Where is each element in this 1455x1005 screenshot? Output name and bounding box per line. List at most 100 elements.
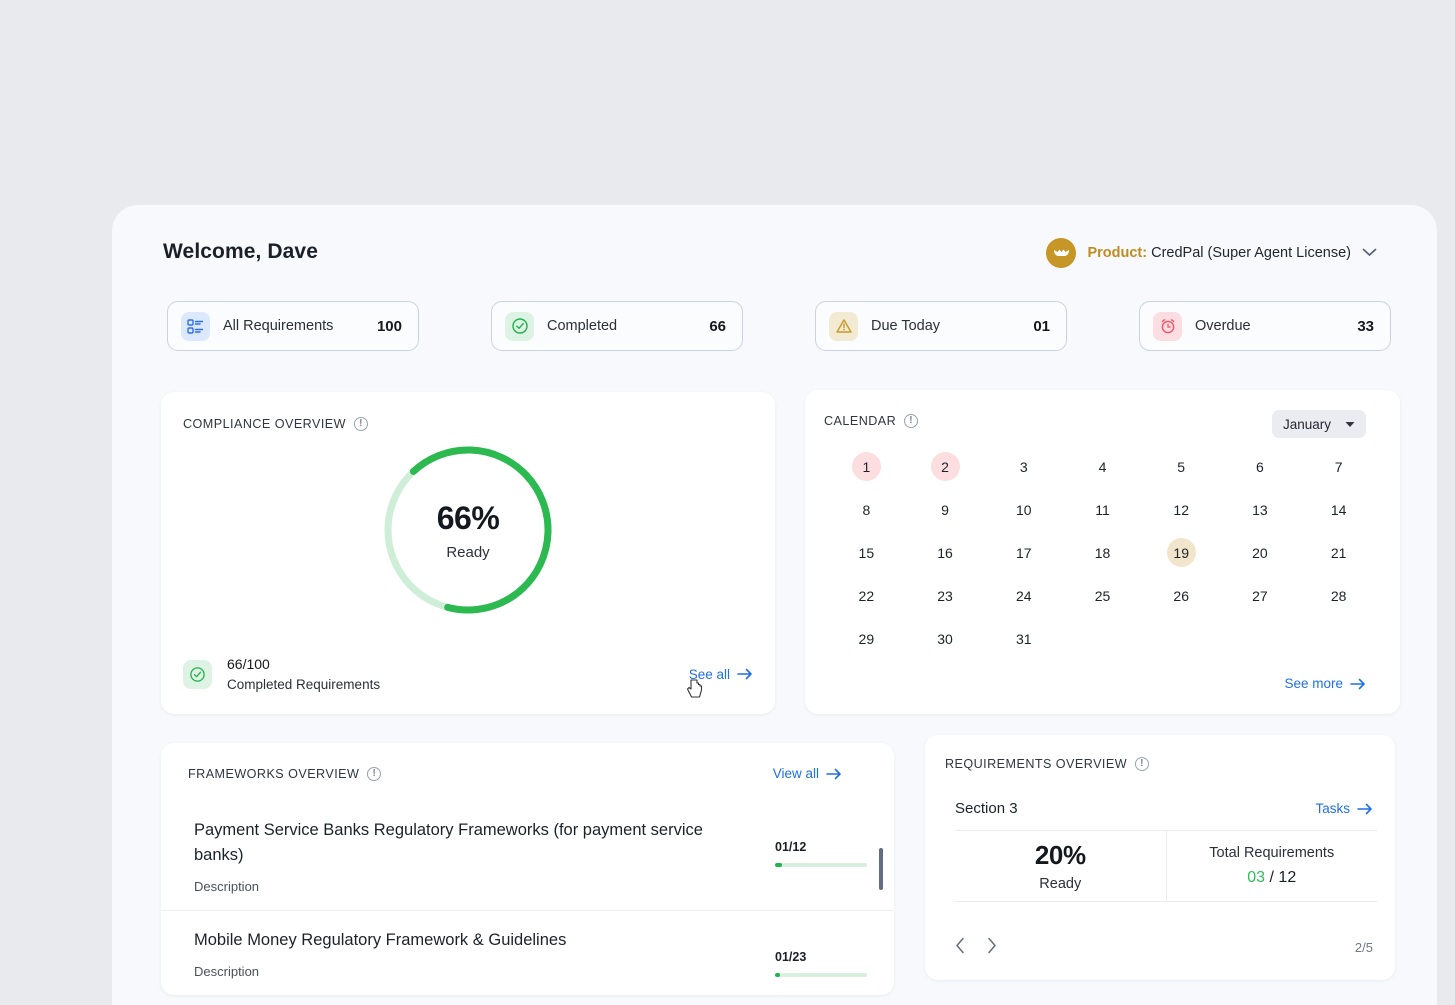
calendar-day[interactable]: 6: [1245, 452, 1274, 481]
stat-card-overdue[interactable]: Overdue 33: [1139, 301, 1391, 351]
hand-pointer-cursor: [686, 679, 704, 701]
requirements-section-row: Section 3 Tasks: [955, 800, 1373, 817]
ready-label: Ready: [1039, 876, 1081, 892]
calendar-day[interactable]: 15: [852, 538, 881, 567]
calendar-day[interactable]: 13: [1245, 495, 1274, 524]
alarm-clock-icon: [1153, 312, 1182, 341]
stat-label: Due Today: [871, 318, 1020, 334]
framework-row[interactable]: Mobile Money Regulatory Framework & Guid…: [161, 911, 894, 995]
check-circle-icon: [505, 312, 534, 341]
tasks-link[interactable]: Tasks: [1315, 801, 1373, 816]
calendar-grid: 1234567891011121314151617181920212223242…: [827, 452, 1378, 653]
calendar-day[interactable]: 19: [1167, 538, 1196, 567]
donut-center-labels: 66% Ready: [378, 440, 558, 620]
framework-description: Description: [194, 879, 757, 894]
calendar-day[interactable]: 4: [1088, 452, 1117, 481]
calendar-day[interactable]: 23: [931, 581, 960, 610]
calendar-day[interactable]: 22: [852, 581, 881, 610]
stat-value: 01: [1033, 318, 1050, 335]
calendar-day[interactable]: 8: [852, 495, 881, 524]
info-circle-icon[interactable]: !: [904, 414, 918, 428]
calendar-day[interactable]: 31: [1009, 624, 1038, 653]
month-dropdown[interactable]: January: [1272, 410, 1366, 438]
frameworks-title-text: FRAMEWORKS OVERVIEW: [188, 767, 359, 781]
calendar-day[interactable]: 26: [1167, 581, 1196, 610]
requirements-overview-card: REQUIREMENTS OVERVIEW ! Section 3 Tasks …: [925, 735, 1395, 980]
requirements-stats: 20% Ready Total Requirements 03 / 12: [955, 830, 1377, 902]
framework-row[interactable]: Payment Service Banks Regulatory Framewo…: [161, 801, 894, 911]
calendar-day[interactable]: 2: [931, 452, 960, 481]
calendar-day[interactable]: 11: [1088, 495, 1117, 524]
stat-value: 66: [709, 318, 726, 335]
calendar-day[interactable]: 5: [1167, 452, 1196, 481]
calendar-day[interactable]: 3: [1009, 452, 1038, 481]
calendar-day[interactable]: 27: [1245, 581, 1274, 610]
stat-value: 100: [377, 318, 402, 335]
info-circle-icon[interactable]: !: [367, 767, 381, 781]
calendar-day[interactable]: 29: [852, 624, 881, 653]
page-indicator: 2/5: [1355, 940, 1373, 955]
calendar-day[interactable]: 12: [1167, 495, 1196, 524]
compliance-donut-chart: 66% Ready: [161, 440, 775, 620]
calendar-day[interactable]: 14: [1324, 495, 1353, 524]
compliance-footer: 66/100 Completed Requirements See all: [183, 656, 753, 692]
framework-main: Payment Service Banks Regulatory Framewo…: [194, 818, 757, 894]
calendar-day[interactable]: 20: [1245, 538, 1274, 567]
compliance-title: COMPLIANCE OVERVIEW !: [183, 417, 368, 431]
chevron-left-icon[interactable]: [955, 937, 965, 958]
total-requirements-label: Total Requirements: [1209, 845, 1334, 861]
view-all-label: View all: [773, 766, 819, 781]
donut-percent: 66%: [437, 500, 500, 537]
chevron-down-icon[interactable]: [1362, 244, 1377, 262]
product-name: CredPal (Super Agent License): [1151, 245, 1351, 261]
tasks-label: Tasks: [1315, 801, 1350, 816]
stat-card-row: All Requirements 100 Completed 66 Due To…: [167, 301, 1391, 351]
calendar-day[interactable]: 17: [1009, 538, 1038, 567]
progress-bar: [775, 973, 867, 977]
info-circle-icon[interactable]: !: [1135, 757, 1149, 771]
calendar-day[interactable]: 25: [1088, 581, 1117, 610]
calendar-day[interactable]: 7: [1324, 452, 1353, 481]
requirements-total-col: Total Requirements 03 / 12: [1166, 831, 1378, 901]
calendar-day[interactable]: 24: [1009, 581, 1038, 610]
framework-count: 01/23: [775, 950, 867, 964]
frameworks-scrollbar-thumb[interactable]: [879, 848, 883, 890]
calendar-day[interactable]: 9: [931, 495, 960, 524]
calendar-day[interactable]: 28: [1324, 581, 1353, 610]
arrow-right-icon: [1357, 803, 1373, 815]
check-circle-icon: [183, 660, 212, 689]
framework-progress: 01/23: [775, 950, 867, 977]
caret-down-icon: [1345, 421, 1355, 428]
calendar-day[interactable]: 10: [1009, 495, 1038, 524]
view-all-link[interactable]: View all: [773, 766, 842, 781]
page-title: Welcome, Dave: [163, 240, 318, 264]
info-circle-icon[interactable]: !: [354, 417, 368, 431]
chevron-right-icon[interactable]: [987, 937, 997, 958]
framework-count: 01/12: [775, 840, 867, 854]
calendar-day[interactable]: 18: [1088, 538, 1117, 567]
product-prefix: Product:: [1087, 245, 1147, 261]
requirements-pager: 2/5: [955, 937, 1373, 958]
see-more-link[interactable]: See more: [1284, 676, 1366, 691]
compliance-counts: 66/100 Completed Requirements: [227, 656, 380, 692]
warning-triangle-icon: [829, 312, 858, 341]
product-selector[interactable]: Product: CredPal (Super Agent License): [1046, 238, 1377, 268]
ready-percent: 20%: [1035, 840, 1086, 871]
calendar-day[interactable]: 21: [1324, 538, 1353, 567]
donut-percent-label: Ready: [446, 544, 489, 561]
calendar-day[interactable]: 16: [931, 538, 960, 567]
total-separator: /: [1265, 869, 1278, 886]
product-label: Product: CredPal (Super Agent License): [1087, 245, 1351, 261]
calendar-title-text: CALENDAR: [824, 414, 896, 428]
total-requirements-value: 03 / 12: [1247, 869, 1296, 887]
progress-bar: [775, 863, 867, 867]
stat-card-due-today[interactable]: Due Today 01: [815, 301, 1067, 351]
calendar-title: CALENDAR !: [824, 414, 918, 428]
framework-name: Mobile Money Regulatory Framework & Guid…: [194, 928, 757, 953]
calendar-day[interactable]: 1: [852, 452, 881, 481]
requirements-title-text: REQUIREMENTS OVERVIEW: [945, 757, 1127, 771]
see-more-label: See more: [1284, 676, 1343, 691]
stat-card-all-requirements[interactable]: All Requirements 100: [167, 301, 419, 351]
calendar-day[interactable]: 30: [931, 624, 960, 653]
stat-card-completed[interactable]: Completed 66: [491, 301, 743, 351]
